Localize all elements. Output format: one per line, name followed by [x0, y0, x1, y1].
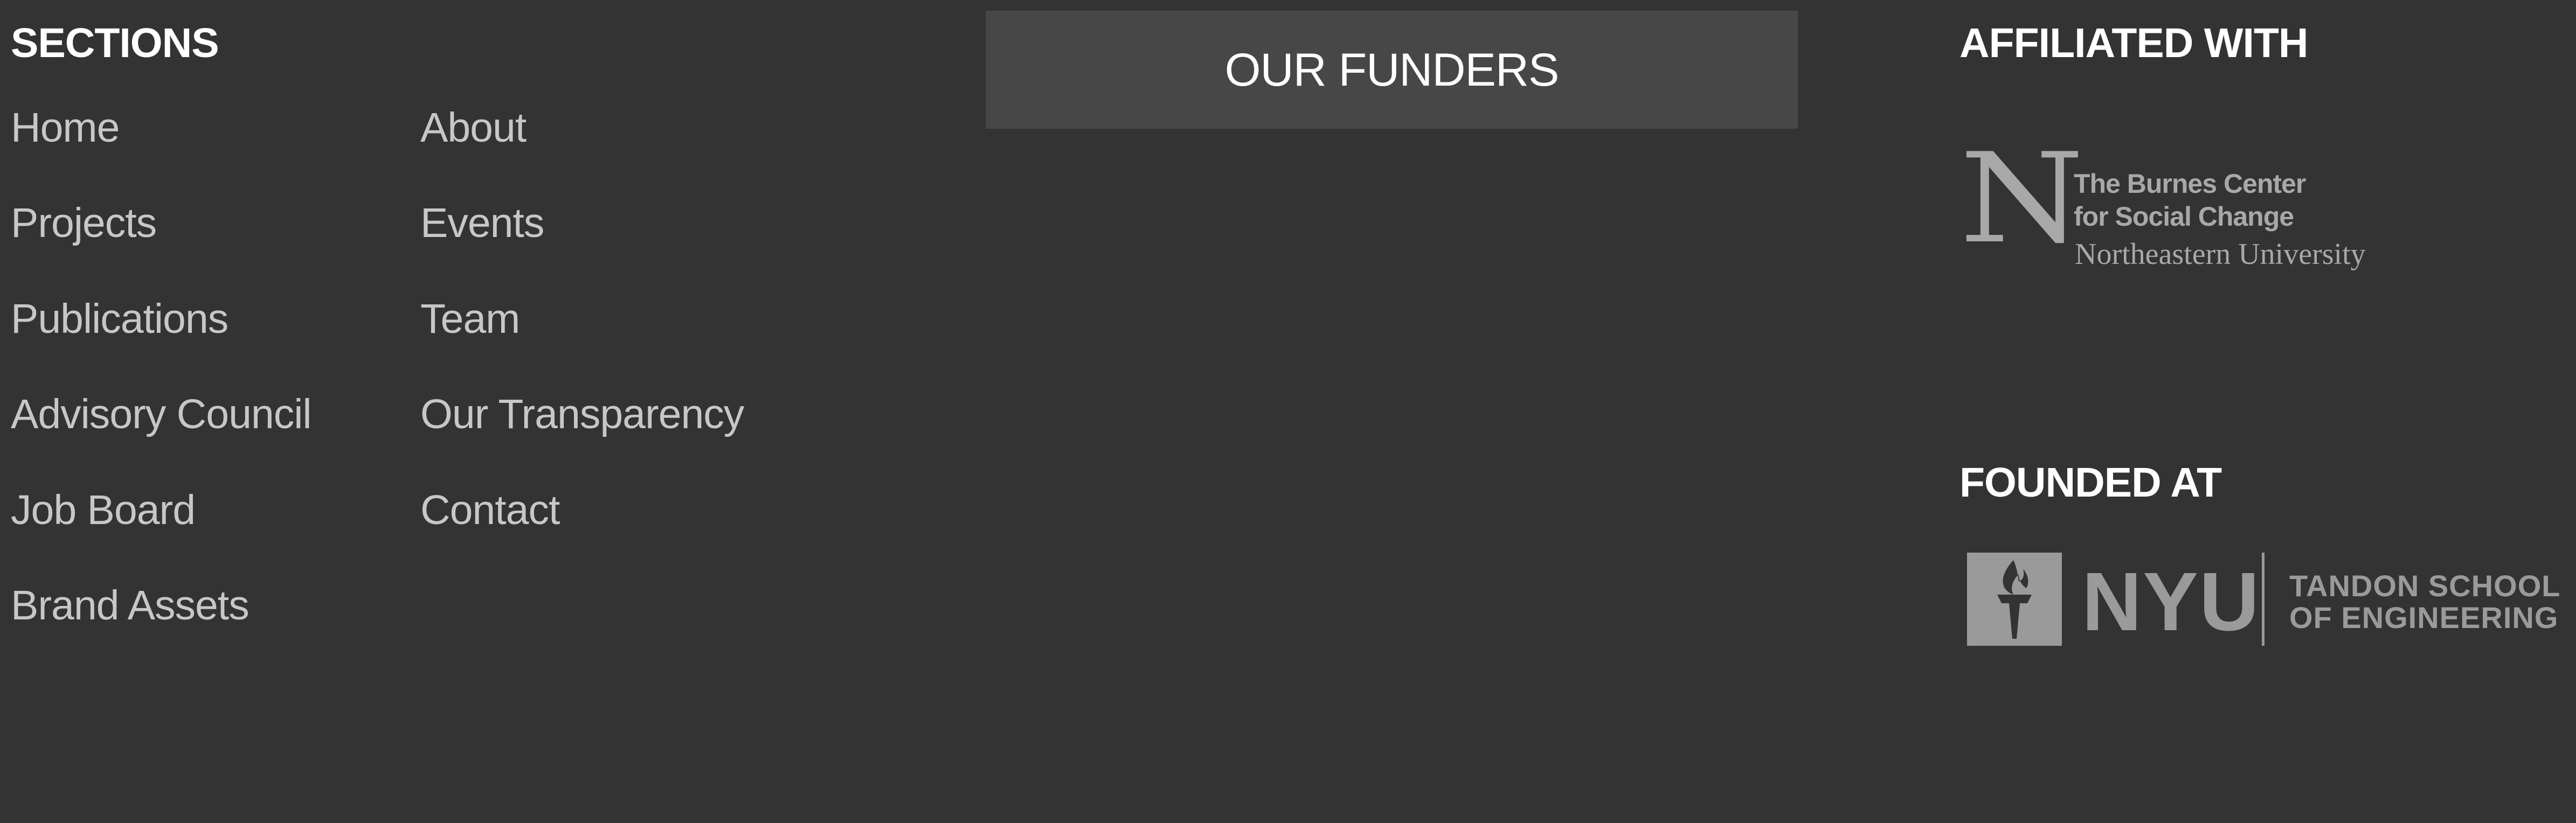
our-funders-button[interactable]: OUR FUNDERS: [986, 11, 1798, 129]
burnes-logo-line2: for Social Change: [2074, 201, 2294, 232]
nyu-logo-line1: TANDON SCHOOL: [2289, 569, 2561, 603]
nyu-torch-icon: [1967, 553, 2062, 646]
nyu-wordmark: NYU: [2082, 555, 2261, 648]
affiliated-heading: AFFILIATED WITH: [1959, 20, 2308, 66]
sections-heading: SECTIONS: [11, 20, 219, 66]
burnes-logo-university: Northeastern University: [2075, 238, 2366, 271]
northeastern-n-icon: N: [1959, 127, 2085, 271]
nav-link-team[interactable]: Team: [420, 298, 520, 340]
nav-link-advisory-council[interactable]: Advisory Council: [11, 394, 311, 435]
nav-link-job-board[interactable]: Job Board: [11, 490, 196, 531]
nav-link-home[interactable]: Home: [11, 107, 120, 149]
burnes-logo-line1: The Burnes Center: [2074, 169, 2306, 199]
nyu-logo-line2: OF ENGINEERING: [2289, 601, 2559, 634]
nyu-logo-divider: [2262, 553, 2265, 646]
nav-link-publications[interactable]: Publications: [11, 298, 228, 340]
founded-heading: FOUNDED AT: [1959, 459, 2222, 506]
site-footer: SECTIONS Home Projects Publications Advi…: [0, 0, 2576, 823]
nav-link-projects[interactable]: Projects: [11, 203, 157, 244]
our-funders-label: OUR FUNDERS: [1224, 44, 1560, 96]
nav-link-events[interactable]: Events: [420, 203, 544, 244]
nav-link-contact[interactable]: Contact: [420, 490, 560, 531]
burnes-center-logo[interactable]: N The Burnes Center for Social Change No…: [1959, 137, 2401, 277]
nav-link-brand-assets[interactable]: Brand Assets: [11, 585, 250, 626]
nav-link-our-transparency[interactable]: Our Transparency: [420, 394, 744, 435]
nyu-tandon-logo[interactable]: NYU TANDON SCHOOL OF ENGINEERING: [1967, 553, 2565, 647]
nav-link-about[interactable]: About: [420, 107, 527, 149]
